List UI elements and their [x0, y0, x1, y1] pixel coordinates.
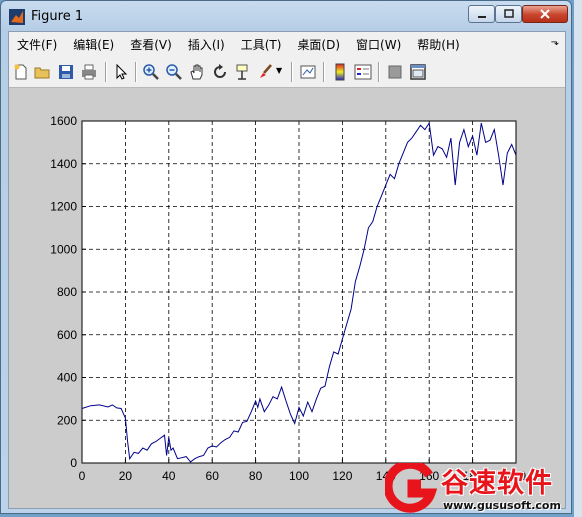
menu-window[interactable]: 窗口(W)	[348, 36, 409, 53]
watermark-url: www.gususoft.com	[443, 499, 561, 512]
save-icon[interactable]	[57, 63, 75, 81]
open-file-icon[interactable]	[34, 63, 52, 81]
menu-edit[interactable]: 编辑(E)	[65, 36, 122, 53]
pan-hand-icon[interactable]	[188, 63, 206, 81]
y-tick-label: 600	[57, 328, 77, 342]
brush-icon[interactable]	[257, 63, 275, 81]
y-tick-label: 0	[70, 456, 77, 470]
figure-client-area: 文件(F) 编辑(E) 查看(V) 插入(I) 工具(T) 桌面(D) 窗口(W…	[8, 31, 566, 509]
y-tick-label: 800	[57, 285, 77, 299]
figure-canvas[interactable]: 0 20 40 60 80 100 120 140 160 180 200 0 200 400 600 800…	[9, 88, 565, 508]
menu-help[interactable]: 帮助(H)	[409, 36, 467, 53]
print-icon[interactable]	[80, 63, 98, 81]
minimize-icon	[477, 16, 486, 18]
y-tick-label: 400	[57, 371, 77, 385]
title-bar[interactable]: Figure 1	[1, 1, 571, 31]
y-tick-label: 1600	[50, 114, 77, 128]
maximize-icon	[503, 9, 514, 18]
watermark-brand: 谷速软件	[441, 468, 553, 499]
toolbar-separator	[378, 62, 380, 82]
pointer-icon[interactable]	[112, 63, 130, 81]
menu-tools[interactable]: 工具(T)	[233, 36, 290, 53]
x-tick-label: 40	[162, 469, 176, 483]
line-chart[interactable]: 0 20 40 60 80 100 120 140 160 180 2000200400600800…	[9, 88, 565, 508]
y-tick-label: 200	[57, 413, 77, 427]
x-tick-label: 80	[249, 469, 263, 483]
new-figure-icon[interactable]	[12, 63, 30, 81]
toolbar-separator	[105, 62, 107, 82]
x-tick-label: 0	[79, 469, 86, 483]
link-plot-icon[interactable]	[299, 63, 317, 81]
rotate-3d-icon[interactable]	[211, 63, 229, 81]
figure-toolbar: ▼	[9, 56, 565, 88]
x-tick-label: 20	[119, 469, 133, 483]
menu-file[interactable]: 文件(F)	[9, 36, 65, 53]
hide-plot-tools-icon[interactable]	[386, 63, 404, 81]
gusu-logo-icon	[385, 463, 437, 513]
legend-icon[interactable]	[354, 63, 372, 81]
window-title: Figure 1	[31, 9, 84, 24]
x-tick-label: 60	[206, 469, 220, 483]
close-icon	[540, 9, 550, 19]
menu-insert[interactable]: 插入(I)	[180, 36, 233, 53]
show-plot-tools-icon[interactable]	[409, 63, 427, 81]
toolbar-separator	[135, 62, 137, 82]
chevron-down-icon[interactable]: ▼	[276, 66, 282, 75]
menu-bar: 文件(F) 编辑(E) 查看(V) 插入(I) 工具(T) 桌面(D) 窗口(W…	[9, 32, 565, 56]
toolbar-separator	[323, 62, 325, 82]
zoom-in-icon[interactable]	[142, 63, 160, 81]
y-tick-label: 1000	[50, 242, 77, 256]
x-tick-label: 120	[332, 469, 352, 483]
zoom-out-icon[interactable]	[165, 63, 183, 81]
data-cursor-icon[interactable]	[234, 63, 252, 81]
menu-desktop[interactable]: 桌面(D)	[289, 36, 348, 53]
colorbar-icon[interactable]	[331, 63, 349, 81]
toolbar-separator	[291, 62, 293, 82]
minimize-button[interactable]	[468, 5, 495, 23]
menu-view[interactable]: 查看(V)	[122, 36, 180, 53]
figure-window: Figure 1 文件(F) 编辑(E) 查看(V) 插入(I) 工具(T) 桌…	[0, 0, 572, 514]
dock-arrow-icon[interactable]: ⬎	[551, 37, 559, 48]
y-tick-label: 1400	[50, 157, 77, 171]
maximize-button[interactable]	[495, 5, 522, 23]
y-tick-label: 1200	[50, 200, 77, 214]
close-button[interactable]	[522, 5, 568, 23]
background-window-edge	[574, 0, 582, 517]
watermark-logo: 谷速软件 www.gususoft.com	[385, 463, 582, 517]
matlab-logo-icon	[9, 9, 25, 25]
x-tick-label: 100	[289, 469, 309, 483]
